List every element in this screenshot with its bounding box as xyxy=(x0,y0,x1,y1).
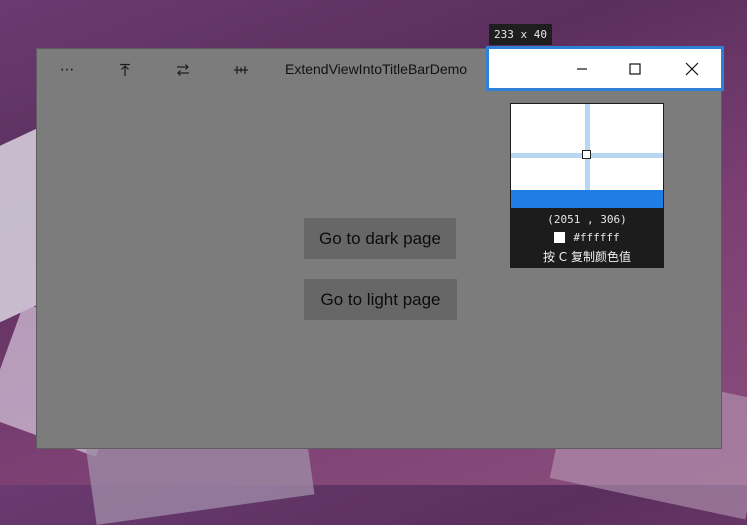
cursor-coordinates: (2051 , 306) xyxy=(547,213,627,226)
more-button[interactable]: ··· xyxy=(47,57,87,83)
magnifier-view xyxy=(511,104,663,208)
minimize-button[interactable] xyxy=(559,49,605,88)
fit-width-icon xyxy=(234,66,248,74)
go-to-dark-page-button[interactable]: Go to dark page xyxy=(304,218,456,259)
color-swatch xyxy=(554,232,566,243)
close-icon xyxy=(685,62,699,75)
color-hex: #ffffff xyxy=(573,231,620,244)
window-title: ExtendViewIntoTitleBarDemo xyxy=(285,61,468,77)
swap-button[interactable] xyxy=(163,57,203,83)
magnified-accent-band xyxy=(511,190,663,208)
crosshair-center xyxy=(582,150,591,159)
copy-color-hint: 按 C 复制颜色值 xyxy=(542,250,631,264)
move-to-top-button[interactable] xyxy=(105,57,145,83)
selection-size-label: 233 x 40 xyxy=(489,24,552,45)
crosshair-vertical xyxy=(585,104,590,190)
more-icon: ··· xyxy=(59,61,75,79)
close-button[interactable] xyxy=(669,49,715,88)
maximize-icon xyxy=(629,62,641,75)
go-to-light-page-button[interactable]: Go to light page xyxy=(304,279,457,320)
minimize-icon xyxy=(577,67,587,70)
maximize-button[interactable] xyxy=(612,49,658,88)
capture-selection[interactable] xyxy=(486,46,724,91)
move-to-top-icon xyxy=(120,63,130,76)
color-magnifier: (2051 , 306) #ffffff 按 C 复制颜色值 xyxy=(510,103,664,268)
color-readout: #ffffff xyxy=(510,231,664,244)
swap-icon xyxy=(177,64,189,76)
fit-width-button[interactable] xyxy=(221,57,261,83)
